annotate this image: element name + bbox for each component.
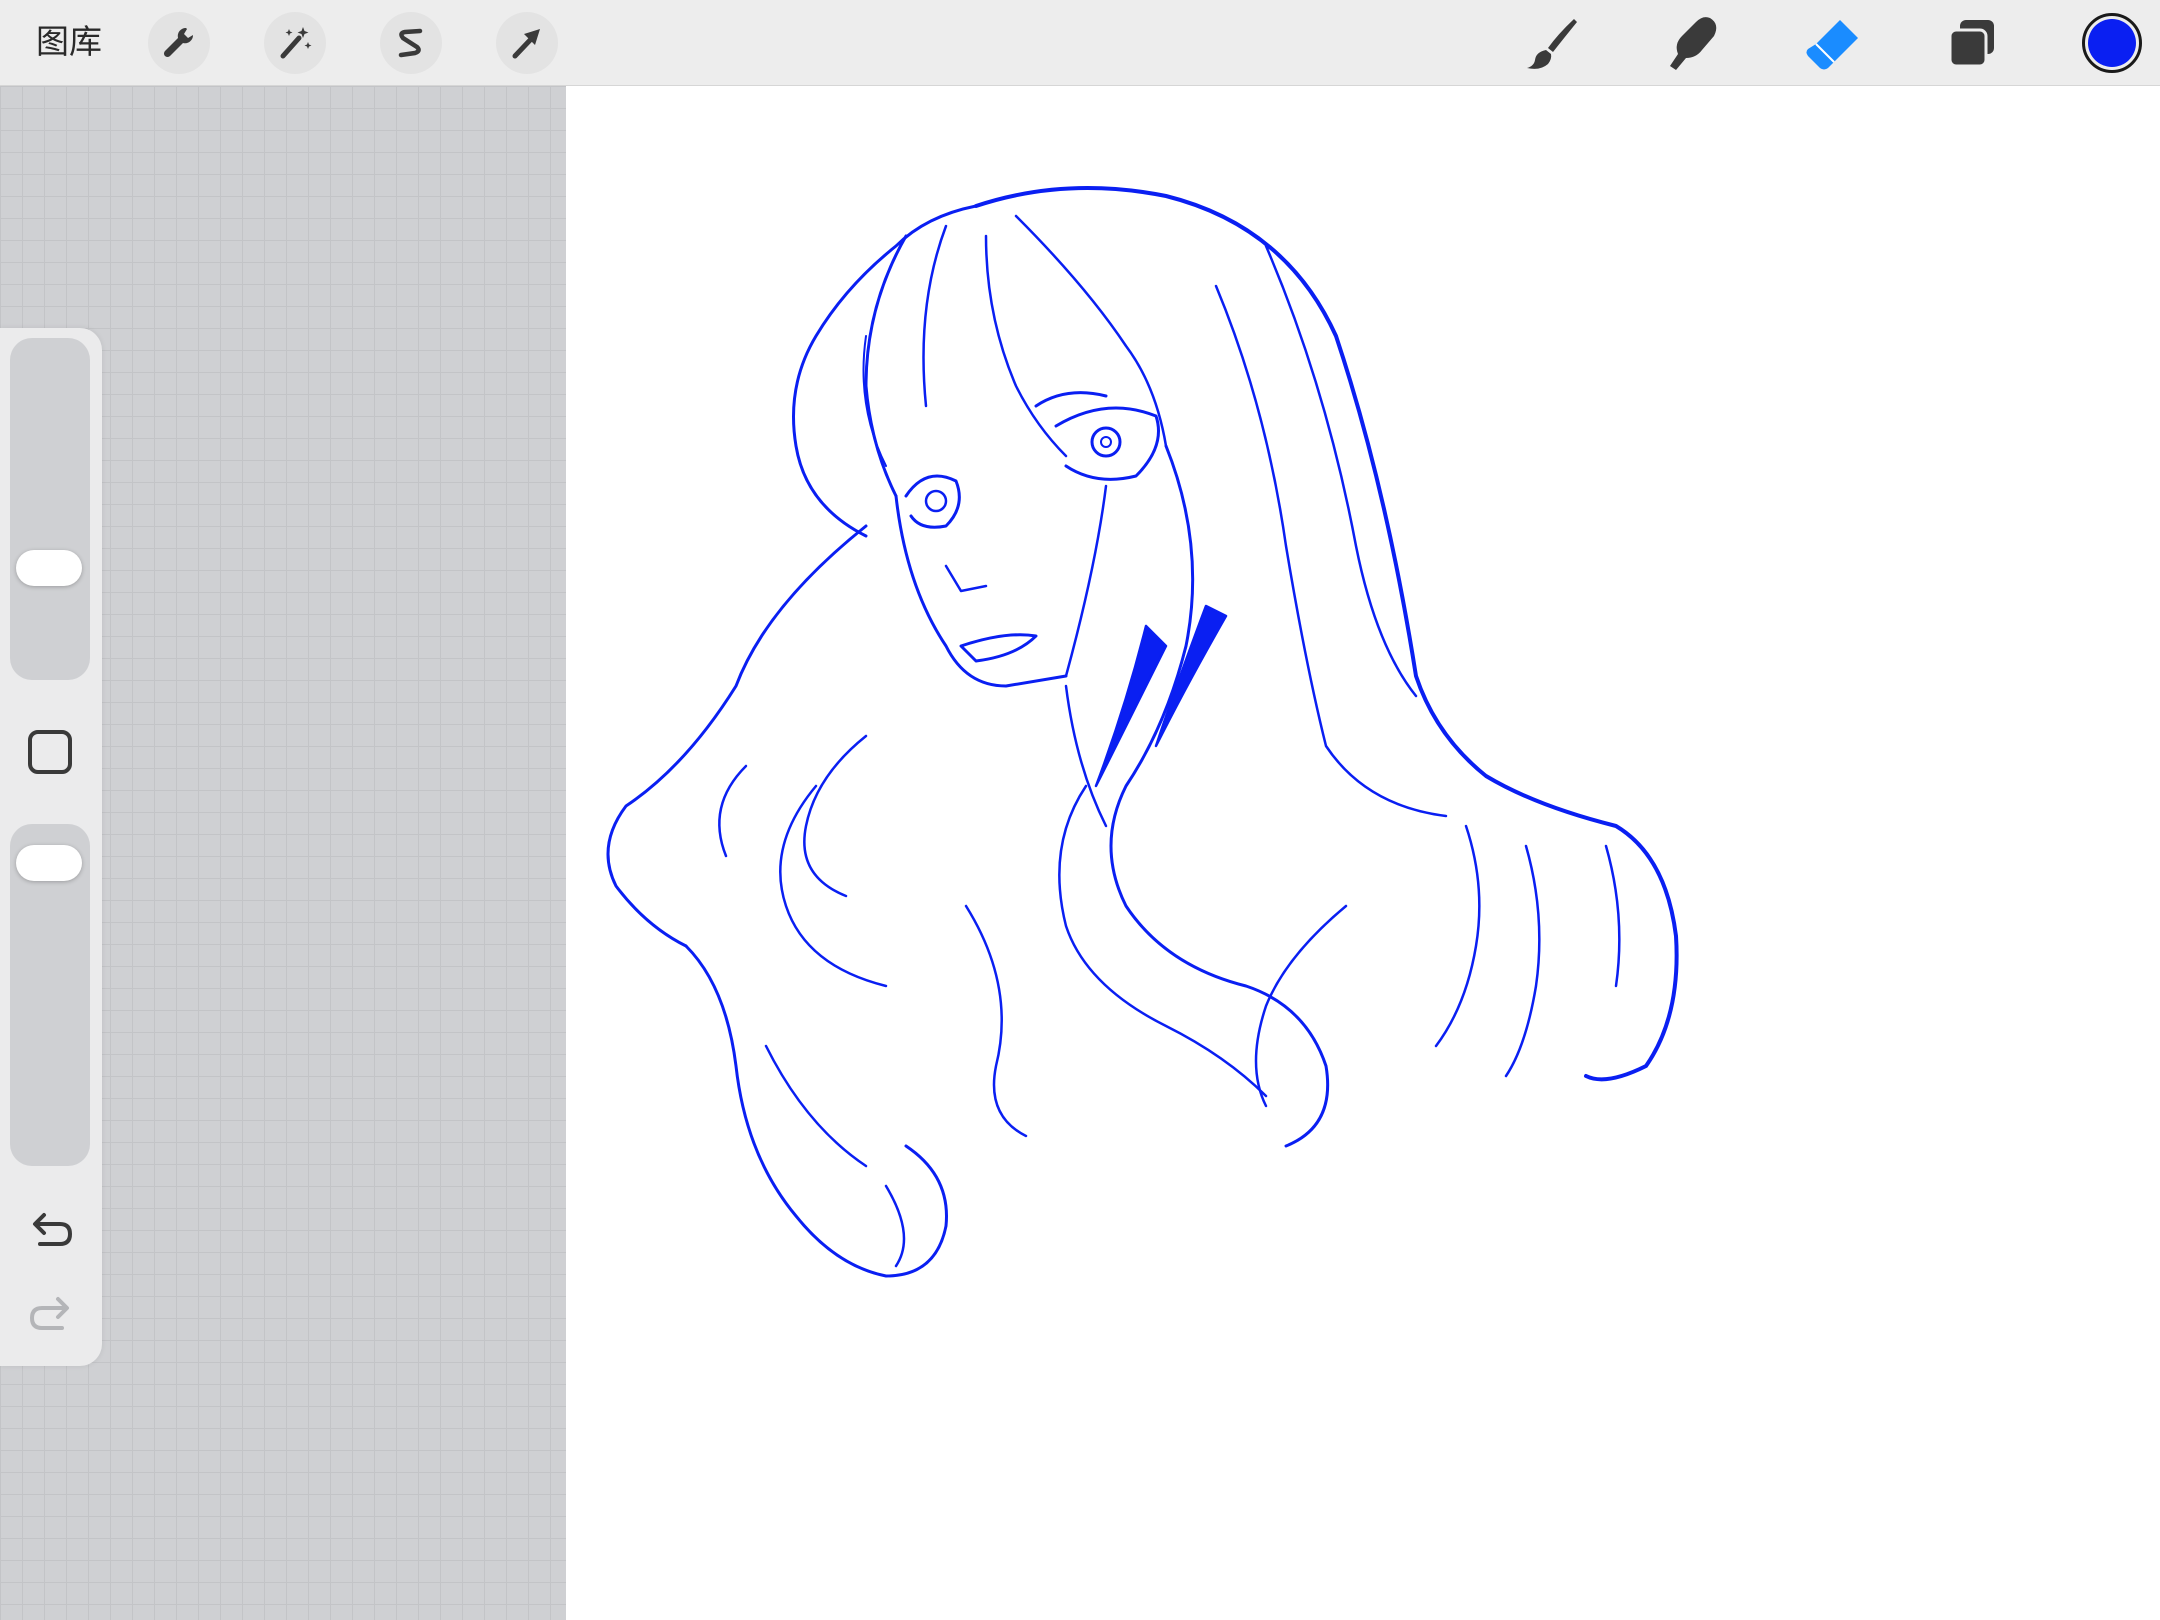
smudge-button[interactable] — [1662, 14, 1722, 74]
selection-s-icon — [398, 28, 423, 58]
square-modify-icon[interactable] — [28, 730, 72, 774]
left-sidebar — [0, 328, 102, 1366]
undo-icon — [33, 1213, 73, 1246]
nose — [944, 564, 988, 593]
hair-shadow — [1094, 624, 1168, 788]
eraser-icon — [1806, 20, 1858, 70]
gallery-button[interactable]: 图库 — [36, 20, 102, 64]
brush-icon — [1527, 19, 1577, 69]
layers-button[interactable] — [1942, 14, 2002, 74]
redo-button[interactable] — [26, 1290, 76, 1340]
portrait-strokes — [606, 186, 1679, 1278]
right-eye — [1054, 406, 1160, 481]
adjustments-button[interactable] — [264, 12, 326, 74]
arrow-cursor-icon — [512, 29, 540, 59]
current-color-swatch — [2088, 19, 2136, 67]
opacity-slider[interactable] — [10, 824, 90, 1166]
procreate-app: 图库 — [0, 0, 2160, 1620]
layers-icon — [1948, 20, 1994, 68]
magic-wand-icon — [280, 27, 312, 59]
hair-outline — [974, 186, 1679, 1082]
opacity-thumb[interactable] — [16, 844, 82, 881]
transform-button[interactable] — [496, 12, 558, 74]
undo-button[interactable] — [26, 1206, 76, 1256]
drawing-canvas[interactable] — [566, 86, 2160, 1620]
mouth — [959, 633, 1038, 663]
smudge-finger-icon — [1670, 17, 1717, 71]
brush-size-slider[interactable] — [10, 338, 90, 680]
color-picker-button[interactable] — [2082, 13, 2142, 73]
neck — [1064, 684, 1108, 828]
brush-button[interactable] — [1522, 14, 1582, 74]
line-art-drawing — [606, 186, 1679, 1278]
wrench-icon — [163, 27, 194, 58]
brush-size-thumb[interactable] — [16, 549, 82, 586]
top-toolbar: 图库 — [0, 0, 2160, 86]
left-eye — [904, 474, 961, 529]
eraser-button[interactable] — [1802, 14, 1862, 74]
actions-button[interactable] — [148, 12, 210, 74]
redo-icon — [29, 1297, 69, 1330]
selection-button[interactable] — [380, 12, 442, 74]
